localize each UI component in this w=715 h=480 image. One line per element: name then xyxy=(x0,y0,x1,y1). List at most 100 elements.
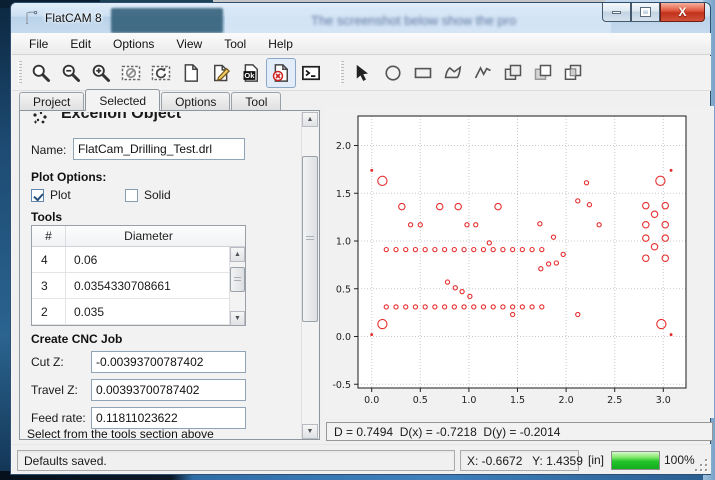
tab[interactable]: Tool xyxy=(231,92,281,111)
name-input[interactable] xyxy=(73,138,245,160)
menu-item[interactable]: View xyxy=(165,34,213,54)
scrollbar-thumb[interactable] xyxy=(302,156,318,322)
ok-file-button[interactable]: Ok xyxy=(236,58,266,88)
menu-item[interactable]: Help xyxy=(257,34,304,54)
draw-rectangle-icon xyxy=(413,63,433,83)
tools-table-scrollbar[interactable]: ▲ ▼ xyxy=(229,247,245,326)
intersect-icon xyxy=(563,63,583,83)
plot-canvas[interactable]: 0.00.51.01.52.02.53.0-0.50.00.51.01.52.0 xyxy=(324,106,714,418)
clear-plot-icon xyxy=(121,63,141,83)
table-row[interactable]: 2 0.035 xyxy=(32,299,245,325)
zoom-fit-icon xyxy=(31,63,51,83)
column-header-number[interactable]: # xyxy=(32,226,66,246)
cnc-field-label: Feed rate: xyxy=(31,411,86,425)
background-window-glimpse xyxy=(111,8,223,33)
maximize-icon xyxy=(641,8,650,16)
ok-file-icon: Ok xyxy=(241,63,261,83)
scroll-down-button[interactable]: ▼ xyxy=(302,424,318,439)
menu-item[interactable]: Edit xyxy=(59,34,102,54)
tool-diameter-cell[interactable]: 0.0354330708661 xyxy=(66,273,231,298)
distance-readout: D = 0.7494 D(x) = -0.7218 D(y) = -0.2014 xyxy=(326,422,713,441)
tab[interactable]: Project xyxy=(19,92,84,111)
resize-grip[interactable] xyxy=(695,459,707,471)
menu-item[interactable]: File xyxy=(18,34,59,54)
plot-checkbox-label: Plot xyxy=(50,188,71,202)
y-tick-label: 1.0 xyxy=(336,237,351,248)
x-tick-label: 1.0 xyxy=(461,395,476,406)
draw-rectangle-button[interactable] xyxy=(408,58,438,88)
scroll-down-button[interactable]: ▼ xyxy=(230,311,245,326)
x-tick-label: 2.5 xyxy=(607,395,622,406)
zoom-fit-button[interactable] xyxy=(26,58,56,88)
zoom-out-button[interactable] xyxy=(56,58,86,88)
y-tick-label: 2.0 xyxy=(336,141,351,152)
table-row[interactable]: 3 0.0354330708661 xyxy=(32,273,245,299)
close-button[interactable]: X xyxy=(660,3,705,22)
delete-file-button[interactable] xyxy=(266,58,296,88)
edit-file-button[interactable] xyxy=(206,58,236,88)
union-button[interactable] xyxy=(498,58,528,88)
scrollbar-thumb[interactable] xyxy=(230,267,245,292)
cnc-field-input[interactable] xyxy=(91,351,246,373)
tool-number-cell[interactable]: 4 xyxy=(32,247,66,272)
toolbar-grip[interactable] xyxy=(340,61,344,85)
draw-polygon-icon xyxy=(443,63,463,83)
column-header-diameter[interactable]: Diameter xyxy=(66,226,231,246)
tools-label: Tools xyxy=(31,210,62,224)
zoom-in-button[interactable] xyxy=(86,58,116,88)
draw-polyline-button[interactable] xyxy=(468,58,498,88)
x-tick-label: 3.0 xyxy=(656,395,671,406)
drill-marker xyxy=(670,169,672,171)
caption-buttons: X xyxy=(602,3,705,22)
tool-number-cell[interactable]: 2 xyxy=(32,299,66,324)
menu-item[interactable]: Options xyxy=(102,34,165,54)
cnc-field-input[interactable] xyxy=(91,379,246,401)
y-tick-label: -0.5 xyxy=(332,380,351,391)
tool-diameter-cell[interactable]: 0.06 xyxy=(66,247,231,272)
panel-scrollbar[interactable]: ▲ ▼ xyxy=(301,112,318,439)
tool-number-cell[interactable]: 3 xyxy=(32,273,66,298)
draw-circle-button[interactable] xyxy=(378,58,408,88)
table-row[interactable]: 4 0.06 xyxy=(32,247,245,273)
menu-item[interactable]: Tool xyxy=(213,34,257,54)
edit-file-icon xyxy=(211,63,231,83)
excellon-object-icon xyxy=(31,112,49,127)
toolbar-grip[interactable] xyxy=(18,61,22,85)
intersect-button[interactable] xyxy=(558,58,588,88)
plot-checkbox[interactable] xyxy=(31,189,44,202)
x-tick-label: 1.5 xyxy=(510,395,525,406)
y-tick-label: 0.5 xyxy=(336,284,351,295)
shell-button[interactable] xyxy=(296,58,326,88)
progress-bar xyxy=(611,451,660,470)
zoom-in-icon xyxy=(91,63,111,83)
tools-table: # Diameter 4 0.06 3 xyxy=(31,225,246,326)
tab[interactable]: Selected xyxy=(85,89,160,111)
scroll-up-button[interactable]: ▲ xyxy=(230,247,245,262)
drill-marker xyxy=(670,334,672,336)
minimize-button[interactable] xyxy=(602,3,631,22)
cnc-heading: Create CNC Job xyxy=(31,332,122,346)
object-panel: Excellon Object Name: Plot Options: Plot… xyxy=(19,110,320,440)
solid-checkbox[interactable] xyxy=(125,189,138,202)
units-label: [in] xyxy=(588,453,604,467)
subtract-button[interactable] xyxy=(528,58,558,88)
replot-button[interactable] xyxy=(146,58,176,88)
subtract-icon xyxy=(533,63,553,83)
tool-diameter-cell[interactable]: 0.035 xyxy=(66,299,231,324)
tools-table-header: # Diameter xyxy=(32,226,245,247)
x-tick-label: 0.0 xyxy=(364,395,379,406)
window-titlebar[interactable]: The screenshot below show the pro FlatCA… xyxy=(11,3,710,33)
cnc-field-label: Cut Z: xyxy=(31,355,64,369)
scroll-up-button[interactable]: ▲ xyxy=(302,112,318,127)
tab[interactable]: Options xyxy=(161,92,230,111)
pointer-button[interactable] xyxy=(348,58,378,88)
cnc-field-input[interactable] xyxy=(91,407,246,429)
clear-plot-button[interactable] xyxy=(116,58,146,88)
cnc-field-label: Travel Z: xyxy=(31,383,78,397)
draw-polygon-button[interactable] xyxy=(438,58,468,88)
maximize-button[interactable] xyxy=(631,3,660,22)
name-label: Name: xyxy=(31,143,66,157)
background-page-text: The screenshot below show the pro xyxy=(311,13,601,31)
new-file-button[interactable] xyxy=(176,58,206,88)
minimize-icon xyxy=(612,11,621,14)
